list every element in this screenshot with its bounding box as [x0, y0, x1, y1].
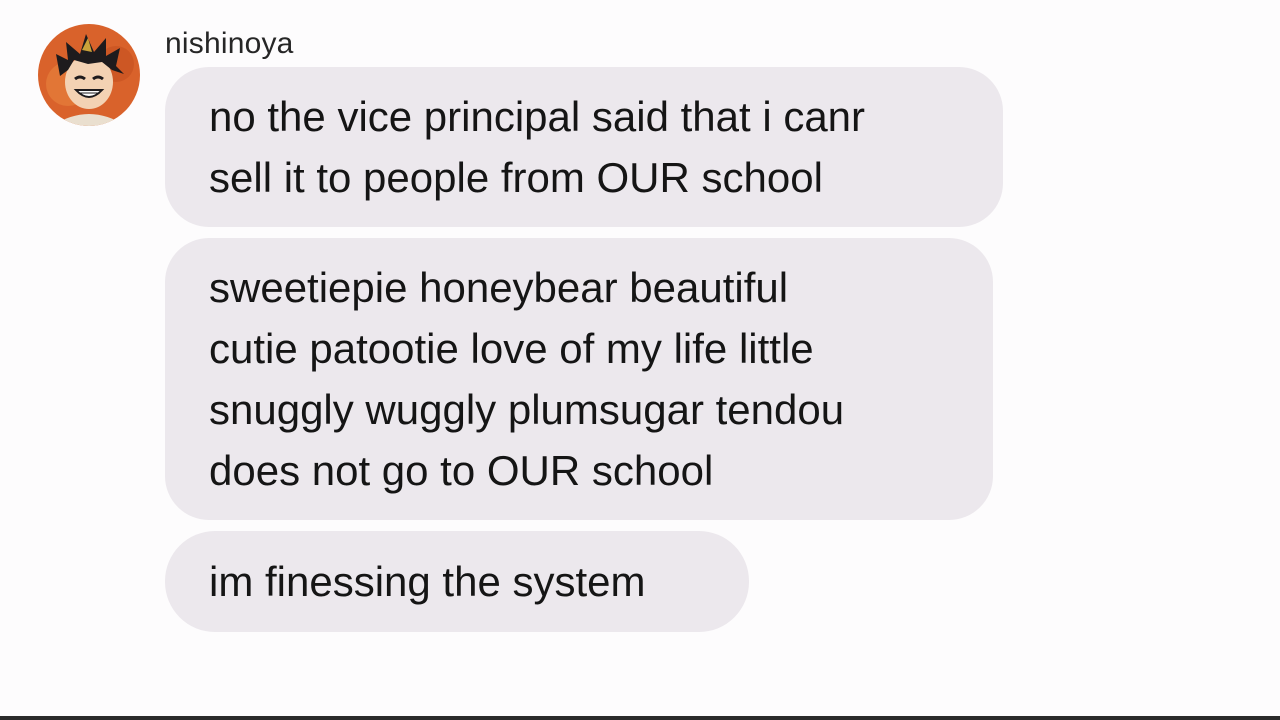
message-bubble[interactable]: sweetiepie honeybear beautiful cutie pat…	[165, 238, 993, 520]
anime-character-avatar-icon	[38, 24, 140, 126]
sender-avatar[interactable]	[38, 24, 140, 126]
message-bubble[interactable]: im finessing the system	[165, 531, 749, 632]
bottom-divider	[0, 716, 1280, 720]
message-text: im finessing the system	[209, 558, 646, 605]
message-text: no the vice principal said that i canr s…	[209, 93, 866, 201]
chat-screen: nishinoya no the vice principal said tha…	[0, 0, 1280, 720]
message-bubble[interactable]: no the vice principal said that i canr s…	[165, 67, 1003, 227]
message-text: sweetiepie honeybear beautiful cutie pat…	[209, 264, 845, 494]
sender-name[interactable]: nishinoya	[165, 27, 294, 61]
